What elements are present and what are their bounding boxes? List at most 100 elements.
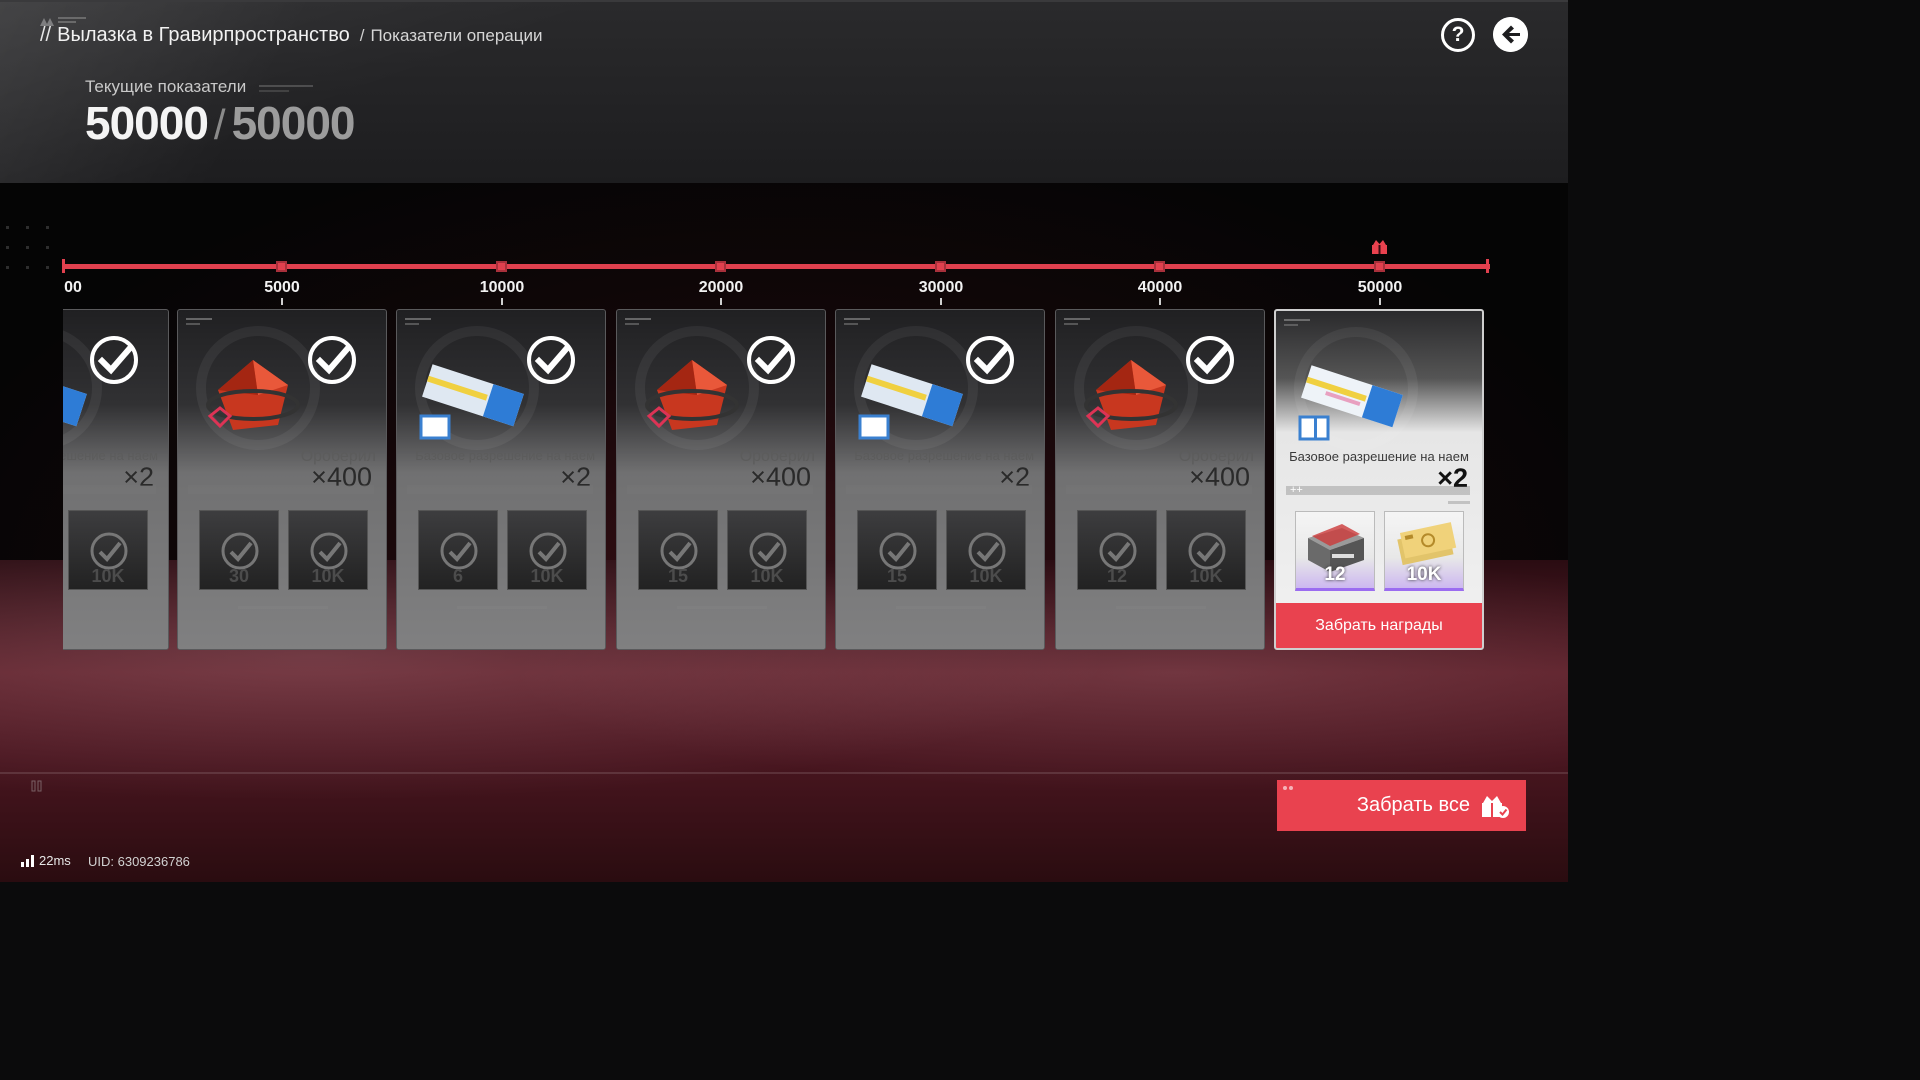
back-button[interactable]: [1493, 17, 1528, 52]
bonus-item[interactable]: 12: [1077, 510, 1157, 590]
check-circle-icon: [1188, 532, 1226, 570]
oroberyl-crystal-icon: [206, 360, 300, 430]
reward-card[interactable]: Базовое разрешение на наем ×2 6 10K: [396, 309, 606, 650]
reward-card[interactable]: решение на наем ×2 10K: [63, 309, 169, 650]
help-button[interactable]: ?: [1441, 18, 1475, 52]
button-corner-deco: [1283, 786, 1293, 790]
bonus-item-count: 12: [1324, 564, 1346, 585]
rarity-bar: [627, 485, 813, 494]
track-start-cap: [62, 259, 65, 273]
oroberyl-crystal-icon: [645, 360, 739, 430]
card-corner-deco: [405, 318, 431, 325]
milestone-tick: [1159, 298, 1161, 305]
card-corner-deco: [625, 318, 651, 325]
card-corner-deco: [186, 318, 212, 325]
milestone-node: [496, 261, 507, 272]
breadcrumb-separator: /: [359, 26, 365, 45]
ticket-icon: [63, 364, 87, 427]
bonus-item[interactable]: 10K: [946, 510, 1026, 590]
card-footer-deco: [677, 606, 767, 609]
card-corner-deco: [844, 318, 870, 325]
claim-all-label: Забрать все: [1356, 794, 1470, 816]
bonus-item-count: 10K: [1189, 566, 1223, 586]
bonus-item-crate[interactable]: 12: [1295, 511, 1375, 591]
milestone-node: [276, 261, 287, 272]
card-footer-deco: [896, 606, 986, 609]
score-current: 50000: [85, 97, 209, 149]
reward-cards-scroller[interactable]: решение на наем ×2 10K Ороберил ×400: [63, 309, 1493, 654]
check-circle-icon: [90, 336, 138, 384]
reward-card-claimable[interactable]: Базовое разрешение на наем ×2 ++ 12 10K …: [1274, 309, 1484, 650]
bonus-item[interactable]: 10K: [68, 510, 148, 590]
card-footer-deco: [238, 606, 328, 609]
milestone-node: [715, 261, 726, 272]
bonus-item-count: 10K: [750, 566, 784, 586]
breadcrumb-page-title: Показатели операции: [370, 26, 543, 45]
score-display: 50000 / 50000: [85, 96, 356, 150]
gift-icon: [1372, 240, 1387, 254]
bonus-item-count: 15: [667, 566, 689, 586]
card-footer-deco: [457, 606, 547, 609]
check-circle-icon: [529, 532, 567, 570]
claim-rewards-button[interactable]: Забрать награды: [1276, 603, 1482, 648]
breadcrumb: // Вылазка в Гравирпространство / Показа…: [40, 24, 542, 48]
milestone-node: [935, 261, 946, 272]
signal-bars-icon: [21, 854, 34, 867]
bonus-item[interactable]: 10K: [727, 510, 807, 590]
bonus-item[interactable]: 10K: [507, 510, 587, 590]
breadcrumb-prefix: //: [40, 24, 52, 46]
breadcrumb-event-title[interactable]: Вылазка в Гравирпространство: [57, 24, 350, 47]
recruit-permit-ticket-icon: [1298, 365, 1403, 441]
bonus-item[interactable]: 6: [418, 510, 498, 590]
milestone-tick: [720, 298, 722, 305]
reward-name: решение на наем: [63, 448, 158, 463]
dot-grid-decoration: [6, 226, 49, 269]
bonus-item-count: 10K: [530, 566, 564, 586]
bonus-item-count: 10K: [311, 566, 345, 586]
bonus-item[interactable]: 30: [199, 510, 279, 590]
reward-card[interactable]: Ороберил ×400 30 10K: [177, 309, 387, 650]
check-circle-icon: [440, 532, 478, 570]
reward-name: Базовое разрешение на наем: [1289, 449, 1469, 464]
score-max: 50000: [231, 97, 356, 149]
pause-icon[interactable]: [31, 780, 43, 792]
check-circle-icon: [749, 532, 787, 570]
check-circle-icon: [660, 532, 698, 570]
gift-check-icon: [1482, 795, 1509, 818]
oroberyl-crystal-icon: [1084, 360, 1178, 430]
claim-all-button[interactable]: Забрать все: [1277, 780, 1526, 831]
check-circle-icon: [879, 532, 917, 570]
check-circle-icon: [1099, 532, 1137, 570]
bonus-item-cash[interactable]: 10K: [1384, 511, 1464, 591]
check-circle-icon: [221, 532, 259, 570]
milestone-label: 10000: [479, 279, 525, 296]
milestone-label: 40000: [1137, 279, 1183, 296]
milestone-tick: [1379, 298, 1381, 305]
reward-name: Базовое разрешение на наем: [854, 448, 1034, 463]
bonus-item[interactable]: 10K: [1166, 510, 1246, 590]
card-bar-deco: [1448, 501, 1470, 504]
track-end-cap: [1486, 259, 1489, 273]
check-circle-icon: [310, 532, 348, 570]
rarity-bar: [188, 485, 374, 494]
milestone-node: [1154, 261, 1165, 272]
bonus-item-count: 30: [228, 566, 250, 586]
milestone-tick: [281, 298, 283, 305]
check-circle-icon: [747, 336, 795, 384]
milestone-node: [1374, 261, 1385, 272]
rarity-bar: [63, 485, 156, 494]
reward-card[interactable]: Ороберил ×400 15 10K: [616, 309, 826, 650]
bonus-item[interactable]: 10K: [288, 510, 368, 590]
bonus-item[interactable]: 15: [638, 510, 718, 590]
bonus-item[interactable]: 15: [857, 510, 937, 590]
check-circle-icon: [308, 336, 356, 384]
latency-value: 22ms: [39, 853, 71, 868]
milestone-label: 20000: [698, 279, 744, 296]
reward-card[interactable]: Ороберил ×400 12 10K: [1055, 309, 1265, 650]
score-label: Текущие показатели: [85, 77, 247, 96]
milestone-tick: [501, 298, 503, 305]
rarity-bar: [407, 485, 593, 494]
reward-card[interactable]: Базовое разрешение на наем ×2 15 10K: [835, 309, 1045, 650]
footer-divider: [0, 772, 1568, 774]
rarity-bar: [1286, 486, 1470, 495]
